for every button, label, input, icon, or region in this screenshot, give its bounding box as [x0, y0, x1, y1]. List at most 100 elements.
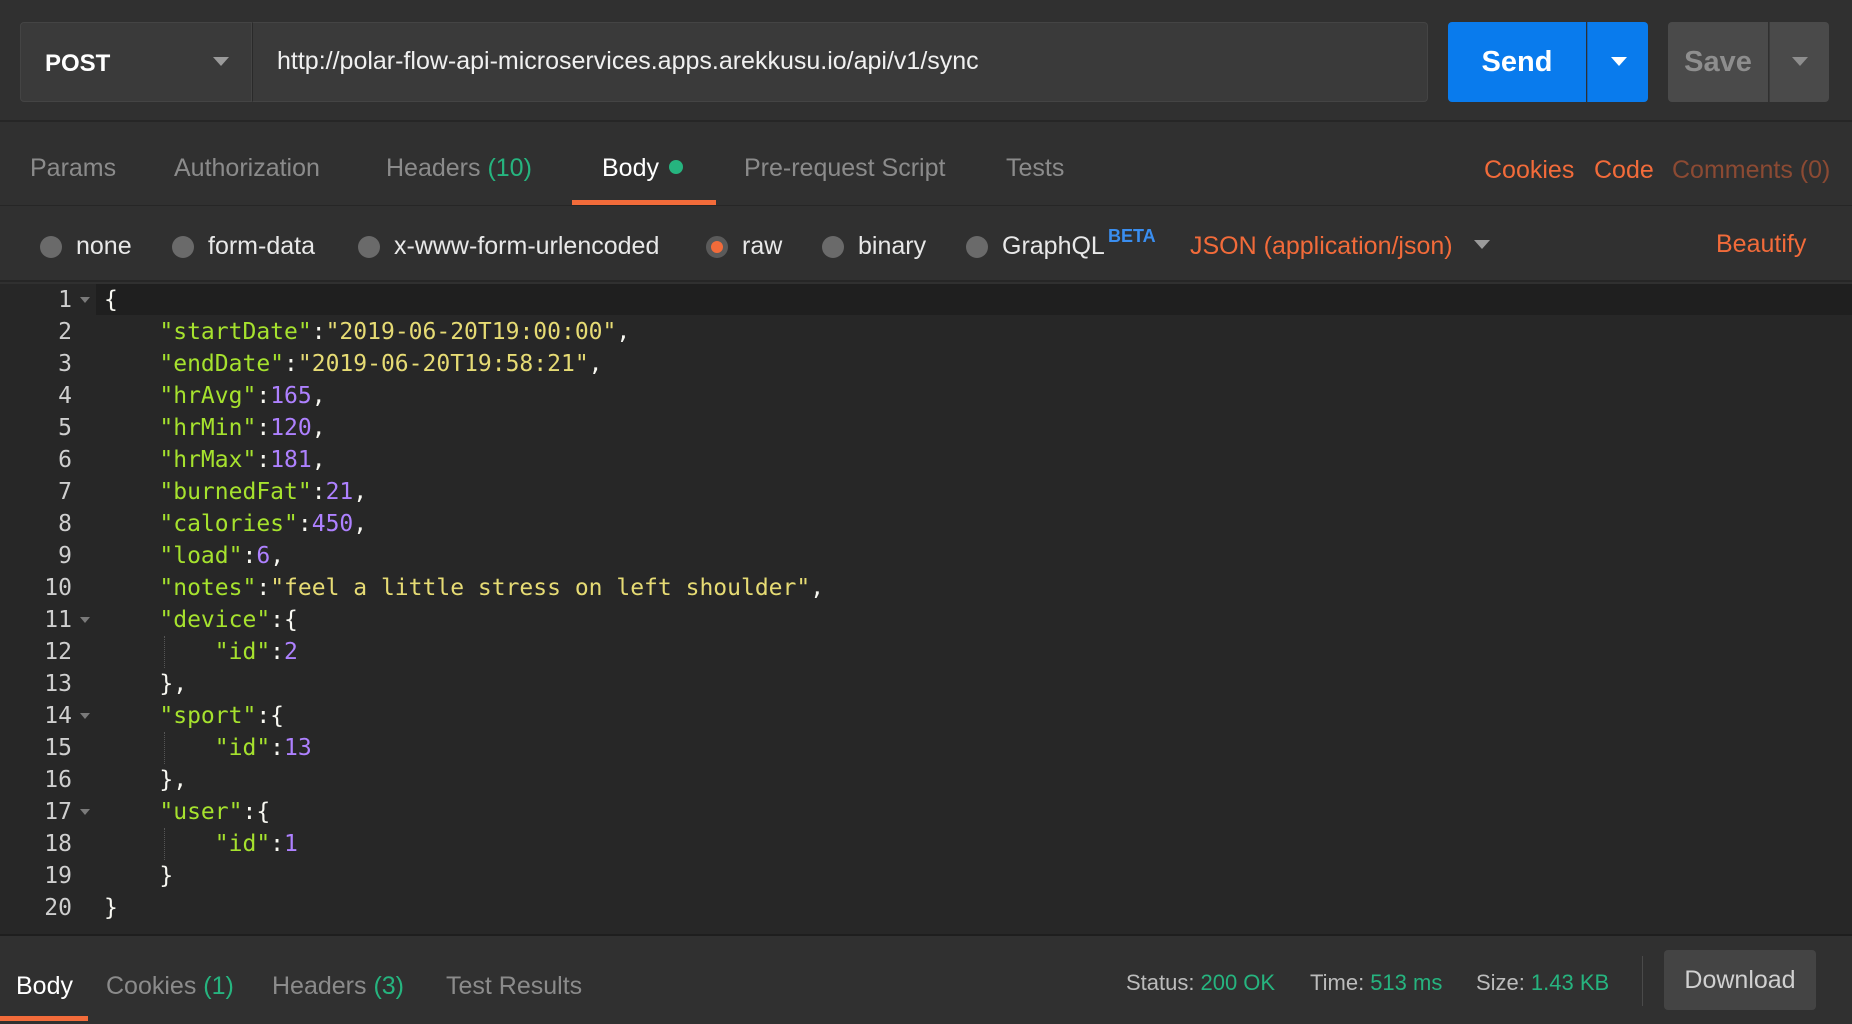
chevron-down-icon: [213, 57, 229, 66]
line-number: 12: [44, 639, 72, 665]
code-link[interactable]: Code: [1594, 156, 1654, 185]
url-text: http://polar-flow-api-microservices.apps…: [277, 47, 979, 75]
size-readout: Size: 1.43 KB: [1476, 970, 1609, 996]
active-tab-indicator: [0, 1016, 88, 1021]
line-number: 11: [44, 607, 72, 633]
code-line: "device":{: [159, 607, 298, 633]
line-number: 19: [44, 863, 72, 889]
tab-pre-request-script[interactable]: Pre-request Script: [744, 154, 945, 183]
request-tabs: Params Authorization Headers (10) Body P…: [0, 124, 1852, 206]
radio-form-data-label: form-data: [208, 232, 315, 260]
tab-authorization[interactable]: Authorization: [174, 154, 320, 183]
radio-urlencoded[interactable]: x-www-form-urlencoded: [358, 232, 659, 261]
json-key: "sport": [159, 703, 257, 729]
tab-headers-count: (10): [487, 154, 532, 182]
line-number: 7: [58, 479, 72, 505]
code-line: "hrMax":181,: [159, 447, 326, 473]
content-type-select[interactable]: JSON (application/json): [1190, 232, 1453, 261]
json-number: 120: [270, 415, 312, 441]
chevron-down-icon[interactable]: [1474, 240, 1490, 249]
code-line: "id":2: [214, 639, 298, 665]
modified-dot-icon: [668, 160, 683, 174]
code-line: {: [104, 287, 118, 313]
radio-raw[interactable]: raw: [706, 232, 782, 261]
json-number: 165: [270, 383, 312, 409]
fold-arrow-icon[interactable]: [80, 809, 90, 815]
radio-button-icon: [822, 235, 844, 258]
json-key: "hrAvg": [159, 383, 257, 409]
send-options-button[interactable]: [1587, 22, 1648, 102]
tab-headers[interactable]: Headers (10): [386, 154, 532, 183]
line-number: 10: [44, 575, 72, 601]
code-line: "hrAvg":165,: [159, 383, 326, 409]
chevron-down-icon: [1792, 57, 1808, 66]
code-line: "notes":"feel a little stress on left sh…: [159, 575, 825, 601]
response-headers-count: (3): [373, 972, 405, 1000]
json-key: "burnedFat": [159, 479, 312, 505]
code-line: "calories":450,: [159, 511, 368, 537]
response-tab-cookies[interactable]: Cookies (1): [106, 972, 234, 1001]
send-button[interactable]: Send: [1448, 22, 1586, 102]
response-tab-test-results[interactable]: Test Results: [446, 972, 582, 1001]
json-key: "user": [159, 799, 243, 825]
request-bar: POST http://polar-flow-api-microservices…: [0, 0, 1852, 122]
response-tab-headers[interactable]: Headers (3): [272, 972, 404, 1001]
radio-raw-label: raw: [742, 232, 783, 260]
fold-arrow-icon[interactable]: [80, 713, 90, 719]
fold-arrow-icon[interactable]: [80, 297, 90, 303]
status-label: Status:: [1126, 970, 1195, 995]
line-number: 16: [44, 767, 72, 793]
radio-binary[interactable]: binary: [822, 232, 926, 261]
json-key: "id": [214, 639, 271, 665]
radio-urlencoded-label: x-www-form-urlencoded: [394, 232, 660, 260]
url-input[interactable]: http://polar-flow-api-microservices.apps…: [252, 22, 1428, 102]
line-number: 9: [58, 543, 72, 569]
response-tab-body[interactable]: Body: [16, 972, 73, 1001]
radio-none-label: none: [76, 232, 132, 260]
json-key: "device": [159, 607, 271, 633]
line-number: 3: [58, 351, 72, 377]
line-number: 20: [44, 895, 72, 921]
beta-badge: BETA: [1108, 226, 1156, 246]
tab-body-label: Body: [602, 154, 659, 182]
line-number: 2: [58, 319, 72, 345]
save-options-button[interactable]: [1769, 22, 1829, 102]
comments-link[interactable]: Comments (0): [1672, 156, 1830, 185]
tab-body[interactable]: Body: [602, 154, 683, 183]
radio-form-data[interactable]: form-data: [172, 232, 315, 261]
method-label: POST: [45, 50, 111, 77]
save-button[interactable]: Save: [1668, 22, 1768, 102]
json-key: "startDate": [159, 319, 312, 345]
fold-arrow-icon[interactable]: [80, 617, 90, 623]
radio-binary-label: binary: [858, 232, 927, 260]
time-value: 513 ms: [1370, 970, 1443, 995]
beautify-button[interactable]: Beautify: [1716, 230, 1806, 259]
status-value: 200 OK: [1200, 970, 1276, 995]
json-key: "hrMin": [159, 415, 257, 441]
line-number: 18: [44, 831, 72, 857]
code-line: "id":1: [214, 831, 298, 857]
tab-tests[interactable]: Tests: [1006, 154, 1064, 183]
code-line: },: [159, 767, 188, 793]
json-key: "endDate": [159, 351, 285, 377]
body-type-row: none form-data x-www-form-urlencoded raw…: [0, 206, 1852, 282]
json-key: "hrMax": [159, 447, 257, 473]
method-select[interactable]: POST: [20, 22, 252, 102]
json-number: 1: [284, 831, 298, 857]
download-button[interactable]: Download: [1664, 950, 1816, 1010]
json-key: "calories": [159, 511, 298, 537]
response-tab-cookies-label: Cookies: [106, 972, 197, 1000]
status-readout: Status: 200 OK: [1126, 970, 1275, 996]
radio-graphql[interactable]: GraphQL: [966, 232, 1105, 261]
json-number: 6: [256, 543, 271, 569]
code-line: "hrMin":120,: [159, 415, 326, 441]
tab-headers-label: Headers: [386, 154, 481, 182]
code-line: },: [159, 671, 188, 697]
tab-params[interactable]: Params: [30, 154, 116, 183]
radio-selected-icon: [706, 235, 728, 258]
code-editor[interactable]: 1 2 3 4 5 6 7 8 9 10 11 12 13 14 15 16 1…: [0, 284, 1852, 936]
cookies-link[interactable]: Cookies: [1484, 156, 1574, 185]
chevron-down-icon: [1611, 57, 1627, 66]
radio-button-icon: [40, 235, 62, 258]
radio-none[interactable]: none: [40, 232, 132, 261]
